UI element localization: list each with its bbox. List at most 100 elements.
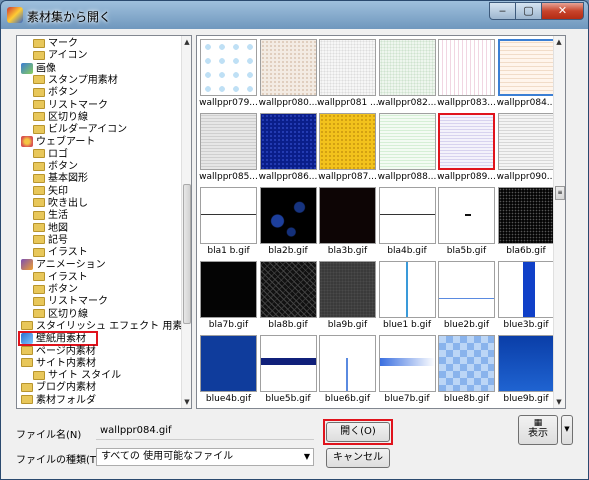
- grid-scroll-thumb[interactable]: ≡: [555, 186, 565, 200]
- minimize-button[interactable]: ‒: [489, 2, 516, 20]
- thumbnail-caption: wallppr090...: [496, 172, 556, 182]
- thumbnail-image: [200, 335, 257, 392]
- tree-item[interactable]: ボタン: [33, 87, 78, 99]
- thumbnail-grid[interactable]: wallppr079... wallppr080... wallppr081 ...…: [196, 35, 566, 409]
- thumbnail-item[interactable]: blue3b.gif: [497, 261, 555, 331]
- thumbnail-item[interactable]: bla8b.gif: [259, 261, 317, 331]
- thumbnail-item[interactable]: bla6b.gif: [497, 187, 555, 257]
- thumbnail-item[interactable]: blue7b.gif: [378, 335, 436, 405]
- tree-item[interactable]: サイト内素材: [21, 358, 96, 370]
- thumbnail-image: [438, 39, 495, 96]
- tree-item[interactable]: イラスト: [33, 247, 88, 259]
- thumbnail-caption: blue2b.gif: [443, 320, 490, 330]
- thumbnail-item[interactable]: wallppr081 ...: [317, 39, 378, 109]
- folder-icon: [33, 309, 45, 319]
- folder-icon: [33, 247, 45, 257]
- cancel-button[interactable]: キャンセル: [326, 448, 390, 468]
- view-dropdown-button[interactable]: ▼: [561, 415, 573, 445]
- filetype-select[interactable]: すべての 使用可能なファイル ▼: [96, 448, 314, 466]
- tree-item[interactable]: ブログ内素材: [21, 382, 96, 394]
- tree-item[interactable]: ロゴ: [33, 149, 68, 161]
- tree-item[interactable]: ビルダーアイコン: [33, 124, 127, 136]
- thumbnail-caption: bla7b.gif: [208, 320, 249, 330]
- filename-field[interactable]: wallppr084.gif: [96, 422, 314, 440]
- thumbnail-item[interactable]: wallppr082...: [378, 39, 436, 109]
- thumbnail-item[interactable]: bla7b.gif: [200, 261, 257, 331]
- tree-item[interactable]: アイコン: [33, 50, 88, 62]
- folder-icon: [33, 38, 45, 48]
- open-from-library-dialog: 素材集から開く ‒ ▢ ✕ マーク アイコン 画像 スタンプ用素材 ボタン リストマーク区…: [0, 0, 589, 480]
- tree-item[interactable]: ウェブアート: [21, 136, 95, 148]
- tree-item[interactable]: 矢印: [33, 186, 68, 198]
- tree-item[interactable]: ボタン: [33, 161, 78, 173]
- tree-item-label: アイコン: [48, 50, 88, 62]
- thumbnail-item[interactable]: wallppr090...: [496, 113, 556, 183]
- thumbnail-item[interactable]: wallppr085...: [199, 113, 258, 183]
- tree-item-label: 区切り線: [48, 308, 88, 320]
- thumbnail-caption: wallppr081 ...: [317, 98, 378, 108]
- tree-item[interactable]: イラスト: [33, 272, 88, 284]
- thumbnail-item[interactable]: wallppr087...: [318, 113, 377, 183]
- tree-scroll-thumb[interactable]: [183, 184, 191, 324]
- category-tree[interactable]: マーク アイコン 画像 スタンプ用素材 ボタン リストマーク 区切り線 ビルダーアイコン ウェブ…: [16, 35, 192, 409]
- tree-item[interactable]: 区切り線: [33, 309, 88, 321]
- thumbnail-item[interactable]: wallppr083...: [437, 39, 496, 109]
- thumbnail-item[interactable]: bla2b.gif: [259, 187, 317, 257]
- tree-item[interactable]: リストマーク: [33, 100, 108, 112]
- view-button[interactable]: ▦ 表示: [518, 415, 558, 445]
- thumbnail-image: [259, 261, 317, 318]
- tree-item[interactable]: サイト スタイル: [33, 370, 121, 382]
- thumbnail-item[interactable]: bla4b.gif: [378, 187, 436, 257]
- thumbnail-item[interactable]: blue9b.gif: [497, 335, 555, 405]
- thumbnail-image: [200, 113, 257, 170]
- tree-scrollbar[interactable]: ▲ ▼: [181, 36, 191, 408]
- filename-label: ファイル名(N): [16, 430, 82, 441]
- thumbnail-item[interactable]: wallppr080...: [259, 39, 317, 109]
- tree-item[interactable]: ボタン: [33, 284, 78, 296]
- thumbnail-item[interactable]: bla1 b.gif: [200, 187, 257, 257]
- thumbnail-item[interactable]: blue2b.gif: [438, 261, 495, 331]
- tree-item[interactable]: 地図: [33, 223, 68, 235]
- scroll-down-arrow-icon[interactable]: ▼: [182, 396, 191, 408]
- thumbnail-item[interactable]: wallppr086...: [259, 113, 317, 183]
- thumbnail-item[interactable]: blue4b.gif: [200, 335, 257, 405]
- thumbnail-item[interactable]: blue8b.gif: [438, 335, 495, 405]
- tree-item[interactable]: ページ内素材: [21, 346, 96, 358]
- tree-item[interactable]: 生活: [33, 210, 68, 222]
- close-button[interactable]: ✕: [541, 2, 584, 20]
- thumbnail-item[interactable]: wallppr088...: [378, 113, 436, 183]
- tree-item[interactable]: マーク: [33, 38, 78, 50]
- thumbnail-item[interactable]: bla9b.gif: [319, 261, 376, 331]
- thumbnail-item[interactable]: wallppr079...: [199, 39, 258, 109]
- tree-item[interactable]: 記号: [33, 235, 68, 247]
- thumbnail-item[interactable]: blue6b.gif: [319, 335, 376, 405]
- maximize-button[interactable]: ▢: [515, 2, 542, 20]
- tree-item-label: ボタン: [48, 284, 78, 295]
- tree-item[interactable]: スタンプ用素材: [33, 75, 118, 87]
- scroll-up-arrow-icon[interactable]: ▲: [182, 36, 191, 48]
- tree-item[interactable]: 画像: [21, 62, 56, 75]
- thumbnail-image: [438, 335, 495, 392]
- thumbnail-item[interactable]: bla5b.gif: [438, 187, 495, 257]
- grid-scrollbar[interactable]: ▲ ≡ ▼: [553, 36, 565, 408]
- thumbnail-image: [378, 39, 436, 96]
- tree-item[interactable]: 吹き出し: [33, 198, 88, 210]
- thumbnail-item[interactable]: wallppr089...: [437, 113, 496, 183]
- thumbnail-image: [319, 335, 376, 392]
- thumbnail-image: [319, 39, 376, 96]
- thumbnail-item[interactable]: bla3b.gif: [319, 187, 376, 257]
- tree-item[interactable]: 基本図形: [33, 173, 88, 185]
- tree-item[interactable]: 区切り線: [33, 112, 88, 124]
- tree-item[interactable]: リストマーク: [33, 296, 108, 308]
- grid-scroll-down-arrow-icon[interactable]: ▼: [554, 396, 564, 408]
- grid-scroll-up-arrow-icon[interactable]: ▲: [554, 36, 564, 48]
- thumbnail-image: [438, 187, 495, 244]
- thumbnail-item[interactable]: wallppr084...: [497, 39, 555, 109]
- thumbnail-item[interactable]: blue5b.gif: [259, 335, 317, 405]
- thumbnail-item[interactable]: blue1 b.gif: [378, 261, 436, 331]
- tree-item[interactable]: 素材フォルダ: [21, 395, 96, 407]
- tree-item[interactable]: アニメーション: [21, 259, 106, 271]
- thumbnail-image: [497, 261, 555, 318]
- title-bar[interactable]: 素材集から開く ‒ ▢ ✕: [1, 1, 588, 29]
- folder-icon: [33, 296, 45, 306]
